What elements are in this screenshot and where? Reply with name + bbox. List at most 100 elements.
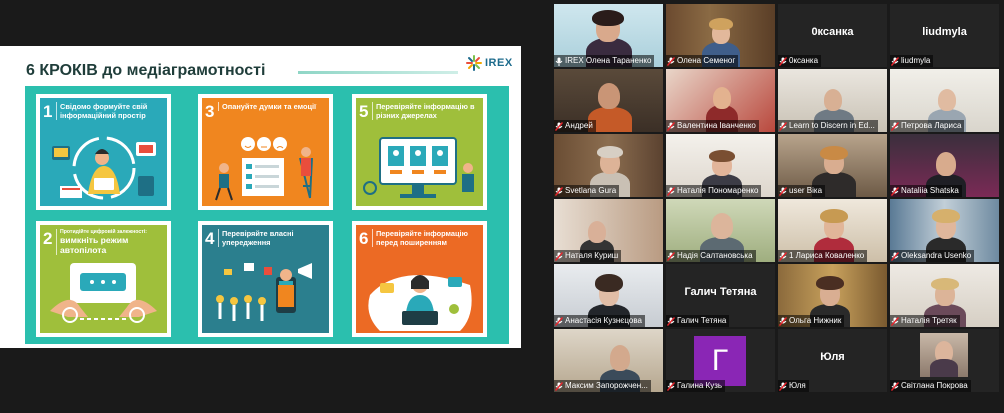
step-text: Опануйте думки та емоції [218, 102, 325, 111]
participant-name: Oleksandra Usenko [890, 250, 975, 262]
participant-name: user Віка [778, 185, 826, 197]
participant-tile[interactable]: Oleksandra Usenko [890, 199, 999, 262]
step-card-5: 5 Перевіряйте інформацію в різних джерел… [352, 94, 487, 210]
participant-name: Петрова Лариса [890, 120, 965, 132]
participant-tile[interactable]: Nataliia Shatska [890, 134, 999, 197]
sharing-illustration [368, 275, 472, 331]
participant-tile[interactable]: 0ксанка 0ксанка [778, 4, 887, 67]
step-number: 2 [43, 229, 53, 248]
mic-muted-icon [891, 56, 899, 66]
irex-logo: IREX [466, 52, 518, 74]
participant-tile[interactable]: Наталія Третяк [890, 264, 999, 327]
participant-tile[interactable]: Галич Тетяна Галич Тетяна [666, 264, 775, 327]
participant-tile[interactable]: Анастасія Кузнєцова [554, 264, 663, 327]
participant-tile[interactable]: Наталія Пономаренко [666, 134, 775, 197]
information-space-illustration [52, 136, 156, 200]
participant-display-name: liudmyla [922, 26, 967, 38]
mic-muted-icon [667, 316, 675, 326]
step-text: Перевіряйте власні упередження [218, 229, 325, 247]
participant-name: IREX Олена Тараненко [554, 55, 655, 67]
participant-name: Ольга Нижник [778, 315, 845, 327]
step-number: 3 [205, 102, 215, 121]
step-card-4: 4 Перевіряйте власні упередження [198, 221, 333, 337]
step-number: 5 [359, 102, 369, 121]
steps-board: 1 Свідомо формуйте свій інформаційний пр… [25, 86, 509, 344]
participant-display-name: Юля [820, 351, 845, 363]
mic-muted-icon [779, 316, 787, 326]
participant-tile[interactable]: Наталя Куриш [554, 199, 663, 262]
participant-name: Svetlana Gura [554, 185, 620, 197]
mic-muted-icon [555, 381, 563, 391]
step-number: 1 [43, 102, 53, 121]
participant-name: Nataliia Shatska [890, 185, 962, 197]
participant-tile[interactable]: Петрова Лариса [890, 69, 999, 132]
participant-name: Наталя Куриш [554, 250, 622, 262]
participant-tile[interactable]: Г Галина Кузь [666, 329, 775, 392]
step-card-3: 3 Опануйте думки та емоції [198, 94, 333, 210]
title-divider [298, 71, 458, 74]
step-card-2: 2 Протидійте цифровій залежності: вимкні… [36, 221, 171, 337]
logo-text: IREX [485, 57, 513, 69]
mic-muted-icon [891, 316, 899, 326]
video-gallery: IREX Олена Тараненко Олена Семеног 0ксан… [552, 2, 1000, 394]
mic-muted-icon [667, 381, 675, 391]
participant-name: liudmyla [890, 55, 934, 67]
mic-muted-icon [891, 251, 899, 261]
bias-illustration [216, 263, 312, 321]
participant-tile[interactable]: Валентина Іванченко [666, 69, 775, 132]
participant-tile[interactable]: Олена Семеног [666, 4, 775, 67]
participant-name: Анастасія Кузнєцова [554, 315, 645, 327]
participant-name: Надія Салтановська [666, 250, 756, 262]
participant-name: 0ксанка [778, 55, 822, 67]
participant-tile[interactable]: Надія Салтановська [666, 199, 775, 262]
participant-name: Валентина Іванченко [666, 120, 759, 132]
participant-tile[interactable]: Svetlana Gura [554, 134, 663, 197]
mic-muted-icon [891, 186, 899, 196]
participant-name: Юля [778, 380, 809, 392]
step-text-big: вимкніть режим автопілота [60, 235, 129, 255]
mic-muted-icon [891, 121, 899, 131]
participant-name: Наталія Пономаренко [666, 185, 762, 197]
participant-name: 1 Лариса Коваленко [778, 250, 868, 262]
participant-name: Галина Кузь [666, 380, 726, 392]
irex-logo-icon [466, 55, 482, 71]
mic-muted-icon [779, 381, 787, 391]
participant-display-name: Галич Тетяна [684, 286, 757, 298]
mic-muted-icon [555, 316, 563, 326]
step-card-1: 1 Свідомо формуйте свій інформаційний пр… [36, 94, 171, 210]
sources-illustration [363, 137, 474, 198]
step-text: Перевіряйте інформацію в різних джерелах [372, 102, 479, 120]
mic-muted-icon [779, 186, 787, 196]
shared-screen: 6 КРОКІВ до медіаграмотності IREX 1 Свід… [0, 46, 521, 348]
mic-muted-icon [779, 56, 787, 66]
participant-name: Андрей [554, 120, 596, 132]
participant-tile[interactable]: liudmyla liudmyla [890, 4, 999, 67]
participant-tile[interactable]: 1 Лариса Коваленко [778, 199, 887, 262]
participant-tile[interactable]: Андрей [554, 69, 663, 132]
participant-tile[interactable]: Ольга Нижник [778, 264, 887, 327]
participant-name: Олена Семеног [666, 55, 739, 67]
step-number: 4 [205, 229, 215, 248]
mic-icon [555, 57, 563, 66]
mic-muted-icon [667, 251, 675, 261]
autopilot-illustration [50, 263, 157, 323]
mic-muted-icon [779, 121, 787, 131]
participant-display-name: 0ксанка [811, 26, 854, 38]
participant-tile[interactable]: IREX Олена Тараненко [554, 4, 663, 67]
participant-tile[interactable]: Learn to Discern in Ed... [778, 69, 887, 132]
mic-muted-icon [667, 186, 675, 196]
mic-muted-icon [891, 381, 899, 391]
participant-tile[interactable]: Максим Запорожчен... [554, 329, 663, 392]
participant-avatar-letter: Г [694, 336, 746, 386]
step-text: Перевіряйте інформацію перед поширенням [372, 229, 479, 247]
mic-muted-icon [555, 121, 563, 131]
participant-tile[interactable]: user Віка [778, 134, 887, 197]
participant-tile[interactable]: Юля Юля [778, 329, 887, 392]
participant-name: Максим Запорожчен... [554, 380, 651, 392]
step-number: 6 [359, 229, 369, 248]
step-text: Свідомо формуйте свій інформаційний прос… [56, 102, 163, 120]
participant-tile[interactable]: Світлана Покрова [890, 329, 999, 392]
participant-name: Learn to Discern in Ed... [778, 120, 878, 132]
slide-title: 6 КРОКІВ до медіаграмотності [26, 62, 266, 79]
participant-name: Галич Тетяна [666, 315, 730, 327]
